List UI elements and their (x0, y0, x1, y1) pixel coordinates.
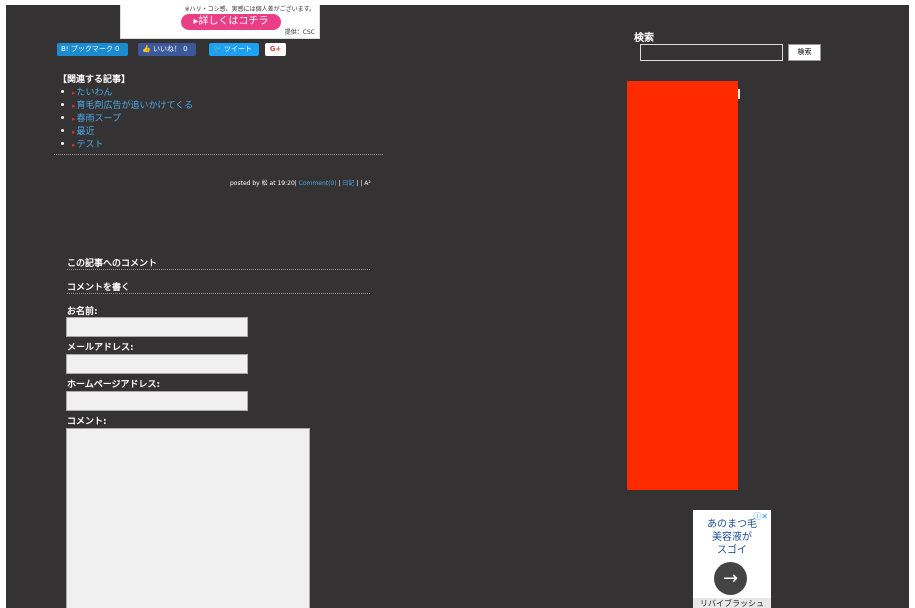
tweet-button[interactable]: 🐦 ツイート (209, 43, 259, 56)
divider (67, 269, 370, 270)
ad-headline-line: 美容液が (712, 532, 752, 543)
comment-count-link[interactable]: Comment(0) (299, 180, 337, 187)
ad-provider: 提供：CSC (284, 29, 315, 36)
name-field[interactable] (66, 317, 248, 337)
comment-textarea[interactable] (66, 428, 310, 608)
tweet-label: ツイート (223, 45, 252, 53)
top-ad-banner[interactable]: ※ハリ・コシ感、実感には個人差がございます。 ▸詳しくはコチラ 提供：CSC (120, 5, 320, 39)
divider (67, 293, 370, 294)
post-footer-tail: | | (354, 180, 363, 187)
bullet-icon (61, 129, 64, 132)
twitter-bird-icon: 🐦 (213, 45, 222, 53)
related-article-link[interactable]: テスト (77, 140, 104, 150)
ad-note: ※ハリ・コシ感、実感には個人差がございます。 (184, 6, 315, 13)
related-article-item[interactable]: ▸育毛剤広告が追いかけてくる (61, 100, 193, 113)
related-articles-list: ▸たいわん ▸育毛剤広告が追いかけてくる ▸春雨スープ ▸最近 ▸テスト (61, 87, 193, 152)
bullet-icon (61, 116, 64, 119)
search-title: 検索 (634, 33, 654, 44)
arrow-right-icon[interactable]: → (714, 562, 747, 595)
bottom-ad-banner[interactable]: ⓘ✕ あのまつ毛 美容液が スゴイ → リバイブラッシュ (693, 510, 771, 608)
bullet-icon (61, 103, 64, 106)
font-size-icon[interactable]: A² (364, 180, 371, 187)
thumbs-up-icon: 👍 (142, 45, 151, 53)
comment-label: コメント: (67, 417, 107, 427)
ad-headline-line: スゴイ (717, 545, 747, 556)
arrow-icon: ▸ (72, 128, 76, 136)
arrow-icon: ▸ (72, 141, 76, 149)
related-article-item[interactable]: ▸たいわん (61, 87, 193, 100)
sidebar-ad-red[interactable] (627, 81, 738, 490)
search-button[interactable]: 検索 (788, 44, 821, 61)
posted-by: posted by 松 at 19:20| (230, 180, 297, 187)
related-article-link[interactable]: 最近 (77, 127, 95, 137)
arrow-icon: ▸ (72, 115, 76, 123)
ad-cta-label: 詳しくはコチラ (198, 16, 269, 27)
write-comment-title: コメントを書く (67, 283, 131, 293)
homepage-label: ホームページアドレス: (67, 380, 161, 390)
hatena-bookmark-button[interactable]: B! ブックマーク 0 (57, 43, 128, 56)
email-field[interactable] (66, 354, 248, 374)
bullet-icon (61, 90, 64, 93)
related-article-link[interactable]: 春雨スープ (77, 114, 121, 124)
divider (54, 154, 383, 155)
ad-cta-button[interactable]: ▸詳しくはコチラ (181, 14, 281, 30)
ad-headline: あのまつ毛 美容液が スゴイ (693, 518, 771, 557)
like-label: いいね！ 0 (152, 45, 188, 53)
google-plus-button[interactable]: G+ (265, 43, 286, 56)
search-input[interactable] (640, 44, 783, 61)
category-link[interactable]: 日記 (342, 180, 354, 187)
related-article-link[interactable]: 育毛剤広告が追いかけてくる (77, 101, 194, 111)
arrow-icon: ▸ (72, 89, 76, 97)
related-article-item[interactable]: ▸春雨スープ (61, 113, 193, 126)
related-article-item[interactable]: ▸テスト (61, 139, 193, 152)
related-article-link[interactable]: たいわん (77, 88, 113, 98)
ad-edge (738, 89, 740, 99)
ad-headline-line: あのまつ毛 (707, 519, 757, 530)
homepage-field[interactable] (66, 391, 248, 411)
email-label: メールアドレス: (67, 343, 134, 353)
bullet-icon (61, 142, 64, 145)
blog-page: ※ハリ・コシ感、実感には個人差がございます。 ▸詳しくはコチラ 提供：CSC B… (6, 5, 909, 608)
comments-section-title: この記事へのコメント (67, 259, 158, 269)
facebook-like-button[interactable]: 👍 いいね！ 0 (138, 43, 196, 56)
post-footer: posted by 松 at 19:20| Comment(0) | 日記 | … (230, 178, 371, 187)
related-articles-title: 【関連する記事】 (58, 75, 131, 85)
related-article-item[interactable]: ▸最近 (61, 126, 193, 139)
name-label: お名前: (67, 307, 98, 317)
arrow-icon: ▸ (72, 102, 76, 110)
ad-brand: リバイブラッシュ (693, 598, 771, 608)
